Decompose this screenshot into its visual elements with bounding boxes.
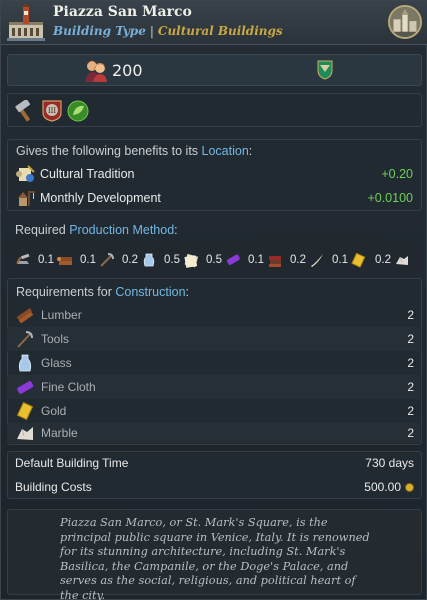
building-tooltip: Piazza San Marco Building Type | Cultural … — [0, 0, 427, 600]
requirement-label: Fine Cloth — [41, 380, 96, 394]
stat-row: 200 — [7, 54, 422, 86]
benefit-row: Cultural Tradition +0.20 — [16, 163, 413, 185]
pm-books[interactable]: 0.1 — [248, 251, 283, 269]
scroll-tradition-icon — [16, 165, 35, 182]
pm-marble[interactable]: 0.2 — [375, 251, 410, 269]
building-cost-value-wrap: 500.00 — [364, 480, 414, 494]
paper-icon — [184, 253, 199, 268]
subtitle-separator: | — [149, 24, 154, 38]
requirement-label: Marble — [41, 426, 78, 440]
population-value: 200 — [112, 61, 143, 80]
requirement-value: 2 — [407, 332, 414, 346]
requirement-row[interactable]: Fine Cloth 2 — [7, 375, 420, 399]
trait-icon-row: III — [7, 93, 422, 127]
gold-coin-icon — [405, 483, 414, 493]
hammer-icon[interactable] — [13, 100, 35, 122]
books-icon — [269, 256, 281, 267]
pm-glass[interactable]: 0.2 — [122, 251, 157, 269]
venice-building-icon — [7, 4, 45, 41]
requirement-label: Glass — [41, 356, 72, 370]
benefit-label: Cultural Tradition — [40, 167, 135, 181]
gold-icon — [16, 401, 34, 421]
benefit-value: +0.20 — [381, 167, 413, 181]
requirement-row[interactable]: Gold 2 — [7, 399, 420, 423]
requirement-row[interactable]: Marble 2 — [7, 423, 420, 443]
benefit-value: +0.0100 — [367, 191, 413, 205]
population-icon — [85, 60, 107, 82]
production-method-link[interactable]: Production Method — [69, 223, 174, 237]
tools-icon — [17, 331, 33, 348]
production-label: Required Production Method: — [15, 223, 178, 237]
building-subtitle: Building Type | Cultural Buildings — [53, 24, 283, 38]
green-leaf-emblem-icon[interactable] — [67, 100, 89, 122]
hammer-anvil-icon — [16, 253, 30, 264]
benefits-section: Gives the following benefits to its Loca… — [7, 139, 422, 211]
requirement-value: 2 — [407, 404, 414, 418]
heraldic-shield-icon[interactable] — [317, 60, 333, 80]
location-portrait-icon[interactable] — [388, 5, 422, 39]
lumber-icon — [16, 307, 34, 324]
requirement-row[interactable]: Tools 2 — [7, 327, 420, 351]
glass-icon — [143, 253, 155, 267]
requirement-label: Lumber — [41, 308, 82, 322]
pm-paper[interactable]: 0.5 — [164, 251, 199, 269]
building-time-label: Default Building Time — [15, 456, 129, 470]
building-time-value: 730 days — [365, 456, 414, 470]
building-cost-label: Building Costs — [15, 480, 92, 494]
construction-label: Requirements for Construction: — [16, 285, 190, 299]
requirement-value: 2 — [407, 308, 414, 322]
building-type-value[interactable]: Cultural Buildings — [158, 24, 283, 38]
building-cost-value: 500.00 — [364, 480, 401, 494]
marble-icon — [17, 427, 33, 440]
gold-icon — [351, 252, 366, 268]
tools-icon — [100, 253, 114, 267]
glass-icon — [18, 354, 32, 372]
building-title: Piazza San Marco — [53, 4, 192, 20]
tier-iii-badge-icon[interactable]: III — [41, 100, 63, 122]
building-type-label[interactable]: Building Type — [53, 24, 146, 38]
requirement-value: 2 — [407, 380, 414, 394]
building-time-row: Default Building Time 730 days — [7, 451, 420, 475]
pm-gold[interactable]: 0.1 — [332, 251, 367, 269]
production-method-row: 0.1 0.1 0.2 0.5 0.5 0.1 0.2 0.1 0.2 — [9, 251, 419, 269]
fine-cloth-icon — [227, 254, 240, 265]
fine-cloth-icon — [17, 381, 34, 394]
requirement-label: Gold — [41, 404, 67, 418]
benefits-label: Gives the following benefits to its Loca… — [16, 144, 253, 158]
svg-text:III: III — [48, 107, 57, 115]
tooltip-header: Piazza San Marco Building Type | Cultural … — [1, 1, 427, 45]
pm-tools[interactable]: 0.1 — [80, 251, 115, 269]
requirement-row[interactable]: Lumber 2 — [7, 303, 420, 327]
lumber-icon — [57, 257, 72, 265]
pm-ivory[interactable]: 0.2 — [290, 251, 325, 269]
pm-lumber[interactable]: 0.1 — [38, 251, 73, 269]
building-cost-row: Building Costs 500.00 — [7, 475, 420, 499]
requirement-row[interactable]: Glass 2 — [7, 351, 420, 375]
benefit-row: Monthly Development +0.0100 — [16, 187, 413, 209]
pm-fine-cloth[interactable]: 0.5 — [206, 251, 241, 269]
location-link[interactable]: Location — [202, 144, 249, 158]
requirement-value: 2 — [407, 356, 414, 370]
development-icon — [18, 191, 35, 206]
marble-icon — [396, 256, 408, 265]
building-description: Piazza San Marco, or St. Mark's Square, … — [7, 509, 422, 600]
construction-link[interactable]: Construction — [115, 285, 185, 299]
ivory-icon — [311, 254, 323, 267]
requirement-label: Tools — [41, 332, 70, 346]
requirement-value: 2 — [407, 426, 414, 440]
benefit-label: Monthly Development — [40, 191, 161, 205]
